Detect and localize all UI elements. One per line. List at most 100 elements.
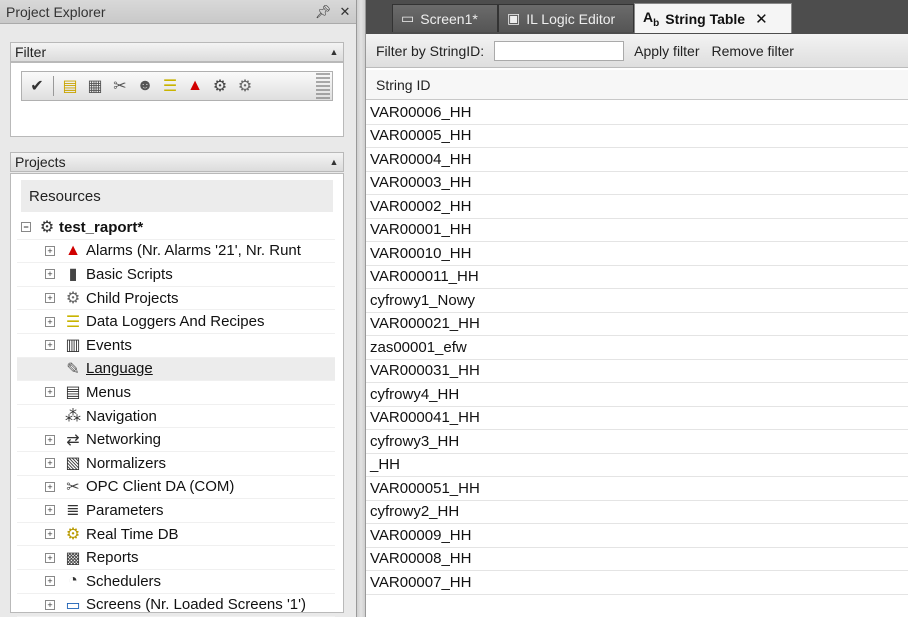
users-filter-icon[interactable]: ▦ [84, 75, 106, 97]
language-icon: ✎ [66, 360, 80, 378]
tree-node[interactable]: + ▲ Alarms (Nr. Alarms '21', Nr. Runt [17, 240, 335, 264]
networking-icon: ⇄ [66, 431, 80, 449]
tab-screen1[interactable]: ▭ Screen1* [392, 4, 498, 32]
table-row[interactable]: VAR00003_HH [366, 172, 908, 195]
expand-toggle-icon[interactable]: + [45, 245, 55, 256]
tree-node[interactable]: ✎ Language [17, 357, 335, 382]
tree-node[interactable]: + ▤ Menus [17, 381, 335, 405]
column-header-string-id[interactable]: String ID [366, 70, 908, 100]
tab-label: IL Logic Editor [526, 10, 616, 27]
project-explorer-title: Project Explorer [6, 3, 106, 20]
data-loggers-icon[interactable]: ☰ [159, 75, 181, 97]
menus-icon: ▤ [65, 384, 81, 402]
events-icon: ▥ [65, 337, 81, 355]
tree-node[interactable]: + ✂ OPC Client DA (COM) [17, 476, 335, 500]
projects-section-header[interactable]: Projects ▲ [10, 152, 344, 172]
tree-node[interactable]: + ☰ Data Loggers And Recipes [17, 310, 335, 334]
string-table-rows: VAR00006_HH VAR00005_HH VAR00004_HH VAR0000… [366, 101, 908, 595]
tree-node[interactable]: + ▭ Screens (Nr. Loaded Screens '1') [17, 594, 335, 617]
table-row[interactable]: VAR000051_HH [366, 477, 908, 501]
table-row[interactable]: cyfrowy3_HH [366, 430, 908, 454]
expand-toggle-icon[interactable]: + [45, 293, 55, 304]
expand-toggle-icon[interactable]: + [45, 481, 55, 492]
expand-toggle-icon[interactable]: + [45, 434, 55, 445]
table-row[interactable]: zas00001_efw [366, 336, 908, 360]
toolbar-grip[interactable] [316, 73, 330, 99]
expand-toggle-icon[interactable]: + [45, 458, 55, 469]
tab-label: Screen1* [420, 10, 478, 27]
table-row[interactable]: _HH [366, 454, 908, 477]
projects-box: Resources − ⚙ test_raport* + ▲ Alarms (Nr. Al… [10, 173, 344, 617]
stringid-filter-input[interactable] [494, 40, 625, 61]
opc-filter-icon[interactable]: ✂ [109, 75, 131, 97]
parameters-icon: ≣ [66, 502, 80, 520]
child-projects-icon: ⚙ [65, 290, 81, 308]
panel-splitter[interactable] [356, 0, 366, 617]
tree-node[interactable]: − ⚙ test_raport* [17, 216, 335, 240]
filter-toolbar: ✔ ▤ ▦ ✂ ☻ ☰ ▲ ⚙ ⚙ [21, 71, 333, 101]
expand-toggle-icon[interactable]: + [45, 576, 55, 587]
expand-toggle-icon[interactable]: + [45, 316, 55, 327]
tree-node[interactable]: + ◔ Schedulers [17, 570, 335, 594]
table-row[interactable]: VAR00008_HH [366, 548, 908, 571]
tree-node[interactable]: + ≣ Parameters [17, 499, 335, 523]
check-icon[interactable]: ✔ [26, 75, 48, 97]
script-icon: ▮ [68, 266, 78, 284]
string-filter-bar: Filter by StringID: Apply filter Remove … [366, 34, 908, 68]
table-row[interactable]: cyfrowy1_Nowy [366, 289, 908, 313]
tree-node[interactable]: + ⚙ Child Projects [17, 287, 335, 311]
table-row[interactable]: VAR00005_HH [366, 125, 908, 148]
table-row[interactable]: VAR000031_HH [366, 360, 908, 383]
tree-node-label: Normalizers [86, 454, 167, 472]
expand-toggle-icon[interactable]: + [45, 599, 55, 610]
tree-node-label: Real Time DB [86, 525, 179, 543]
tree-node[interactable]: ⁂ Navigation [17, 405, 335, 429]
expand-toggle-icon[interactable]: + [45, 505, 55, 516]
collapse-icon[interactable]: ▲ [325, 157, 343, 167]
filter-box: ✔ ▤ ▦ ✂ ☻ ☰ ▲ ⚙ ⚙ [10, 62, 344, 137]
expand-toggle-icon[interactable]: − [21, 222, 31, 233]
tree-node-label: Screens (Nr. Loaded Screens '1') [86, 596, 307, 614]
table-row[interactable]: VAR00006_HH [366, 101, 908, 125]
close-tab-icon[interactable]: ✕ [755, 10, 768, 28]
remove-filter-button[interactable]: Remove filter [712, 43, 794, 59]
tree-node[interactable]: + ▩ Reports [17, 546, 335, 570]
tree-node[interactable]: + ▥ Events [17, 334, 335, 358]
gear-icon[interactable]: ⚙ [209, 75, 231, 97]
table-row[interactable]: VAR000011_HH [366, 266, 908, 289]
screens-monitor-icon: ▭ [65, 596, 81, 614]
pin-icon[interactable]: 📌︎ [312, 4, 334, 20]
basic-scripts-filter-icon[interactable]: ▤ [59, 75, 81, 97]
table-row[interactable]: VAR00004_HH [366, 148, 908, 172]
table-row[interactable]: cyfrowy4_HH [366, 383, 908, 407]
opc-client-icon: ✂ [66, 478, 80, 496]
user-groups-icon[interactable]: ☻ [134, 75, 156, 97]
expand-toggle-icon[interactable]: + [45, 340, 55, 351]
alarm-icon[interactable]: ▲ [184, 75, 206, 97]
tree-node[interactable]: + ▮ Basic Scripts [17, 263, 335, 287]
expand-toggle-icon[interactable]: + [45, 269, 55, 280]
tree-node[interactable]: + ⚙ Real Time DB [17, 523, 335, 547]
table-row[interactable]: cyfrowy2_HH [366, 501, 908, 524]
tab-string-table[interactable]: Ab String Table ✕ [634, 3, 792, 33]
close-icon[interactable]: ✕ [334, 4, 356, 20]
table-row[interactable]: VAR000021_HH [366, 313, 908, 336]
filter-section-header[interactable]: Filter ▲ [10, 42, 344, 62]
expand-toggle-icon[interactable]: + [45, 387, 55, 398]
table-row[interactable]: VAR00002_HH [366, 195, 908, 219]
table-row[interactable]: VAR000041_HH [366, 407, 908, 430]
child-projects-icon[interactable]: ⚙ [234, 75, 256, 97]
table-row[interactable]: VAR00007_HH [366, 571, 908, 595]
expand-toggle-icon[interactable]: + [45, 552, 55, 563]
apply-filter-button[interactable]: Apply filter [634, 43, 699, 59]
table-row[interactable]: VAR00010_HH [366, 242, 908, 266]
table-row[interactable]: VAR00001_HH [366, 219, 908, 242]
editor-area: ▭ Screen1* ▣ IL Logic Editor Ab String T… [366, 0, 908, 617]
collapse-icon[interactable]: ▲ [325, 47, 343, 57]
tree-node[interactable]: + ▧ Normalizers [17, 452, 335, 476]
tree-node[interactable]: + ⇄ Networking [17, 428, 335, 452]
tree-node-label: Language [86, 360, 153, 378]
expand-toggle-icon[interactable]: + [45, 529, 55, 540]
table-row[interactable]: VAR00009_HH [366, 524, 908, 548]
tab-il-logic-editor[interactable]: ▣ IL Logic Editor [498, 4, 634, 32]
